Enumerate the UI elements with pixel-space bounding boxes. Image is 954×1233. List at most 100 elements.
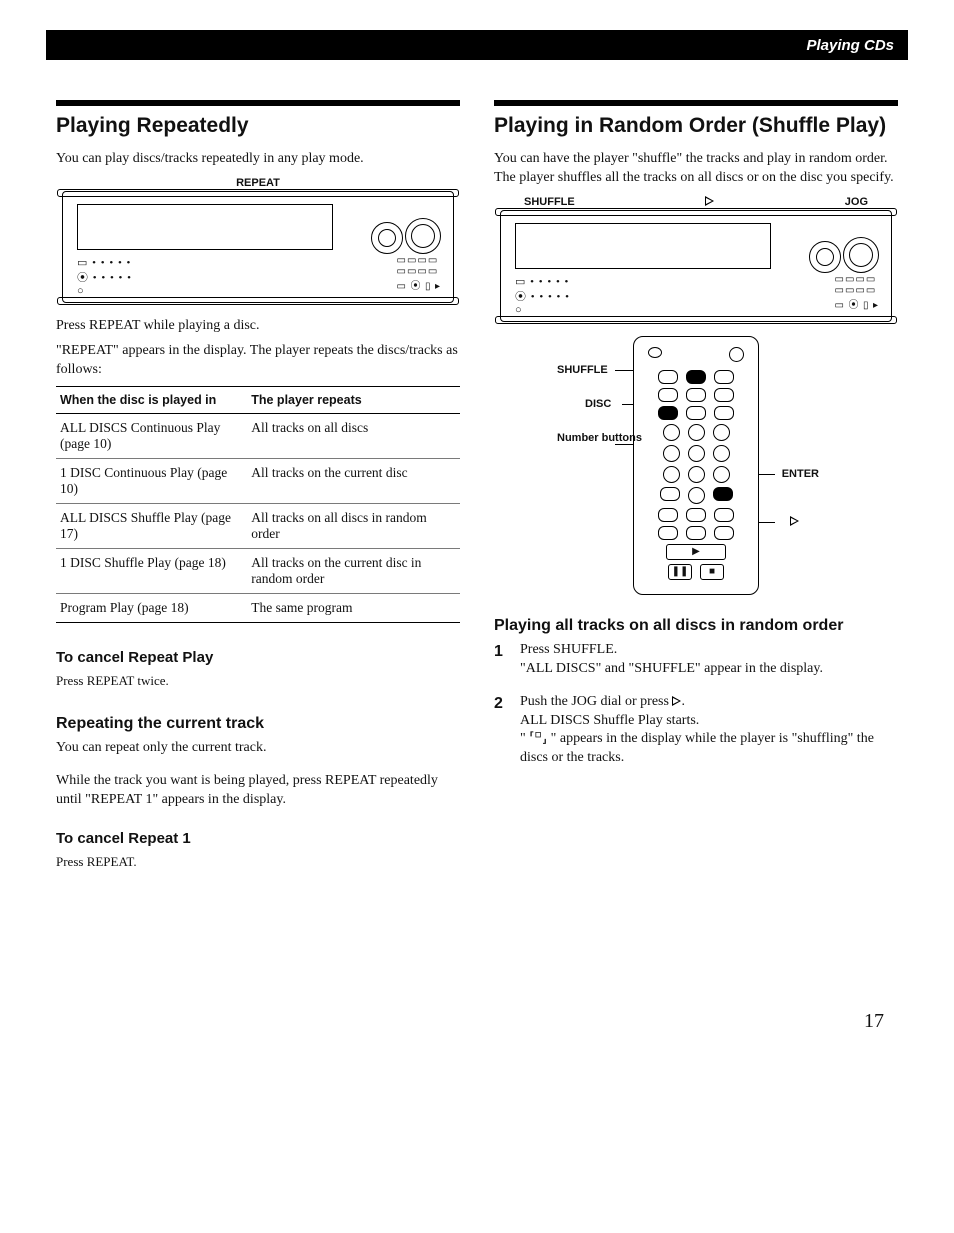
remote-pause-button: ❚❚: [668, 564, 692, 580]
callout-line: [759, 522, 775, 523]
remote-button: [658, 508, 678, 522]
remote-ir-window: [648, 347, 662, 358]
play-icon: [705, 196, 714, 206]
device-figure-shuffle: SHUFFLE JOG ▭ • • • • •⦿ • • • • •○ ▭▭▭▭…: [494, 196, 898, 322]
step-line: ALL DISCS Shuffle Play starts.: [520, 713, 699, 728]
left-after-device-2: "REPEAT" appears in the display. The pla…: [56, 342, 460, 380]
callout-line: [759, 474, 775, 475]
heading-rule: [494, 100, 898, 106]
player-dial-play: [809, 241, 841, 273]
remote-number-button: [688, 466, 705, 483]
table-header-mode: When the disc is played in: [56, 386, 247, 413]
right-intro: You can have the player "shuffle" the tr…: [494, 150, 898, 188]
remote-button: [714, 508, 734, 522]
repeat-behavior-table: When the disc is played in The player re…: [56, 386, 460, 623]
player-dial-b: [405, 218, 441, 254]
left-column: Playing Repeatedly You can play discs/tr…: [56, 100, 460, 876]
remote-power-ring: [729, 347, 744, 362]
remote-stop-button: ■: [700, 564, 724, 580]
section-header-bar: Playing CDs: [46, 30, 908, 60]
remote-figure: SHUFFLE DISC Number buttons ENTER: [494, 336, 898, 595]
callout-line: [615, 370, 633, 371]
remote-number-button: [663, 424, 680, 441]
shuffle-all-heading: Playing all tracks on all discs in rando…: [494, 617, 898, 635]
two-column-layout: Playing Repeatedly You can play discs/tr…: [56, 100, 898, 876]
table-row: ALL DISCS Shuffle Play (page 17)All trac…: [56, 503, 460, 548]
right-column: Playing in Random Order (Shuffle Play) Y…: [494, 100, 898, 876]
left-intro: You can play discs/tracks repeatedly in …: [56, 150, 460, 169]
player-dial-a: [371, 222, 403, 254]
remote-label-enter: ENTER: [782, 468, 819, 480]
label-play-icon: [705, 196, 714, 208]
cancel-repeat1-text: Press REPEAT.: [56, 853, 460, 871]
label-shuffle: SHUFFLE: [524, 196, 575, 208]
device-figure-repeat: REPEAT ▭ • • • • •⦿ • • • • •○ ▭▭▭▭▭▭▭▭▭…: [56, 177, 460, 303]
player-display-window: [515, 223, 771, 269]
left-title: Playing Repeatedly: [56, 114, 460, 138]
table-row: Program Play (page 18)The same program: [56, 593, 460, 622]
remote-button: [714, 370, 734, 384]
callout-line: [615, 444, 633, 445]
remote-button: [658, 370, 678, 384]
remote-label-play: [790, 516, 799, 528]
remote-number-button: [713, 466, 730, 483]
remote-button-enter: [713, 487, 733, 501]
remote-button: [686, 508, 706, 522]
player-display-window: [77, 204, 333, 250]
player-button-row: ▭▭▭▭▭▭▭▭▭ ⦿ ▯ ▸: [397, 255, 441, 292]
remote-button: [658, 526, 678, 540]
section-header-text: Playing CDs: [806, 37, 894, 54]
remote-button: [686, 388, 706, 402]
steps-list: Press SHUFFLE. "ALL DISCS" and "SHUFFLE"…: [494, 641, 898, 768]
remote-control-diagram: ▶ ❚❚ ■: [633, 336, 759, 595]
remote-button: [686, 526, 706, 540]
remote-number-button: [663, 445, 680, 462]
remote-label-shuffle: SHUFFLE: [557, 364, 608, 376]
player-button-row: ▭▭▭▭▭▭▭▭▭ ⦿ ▯ ▸: [835, 274, 879, 311]
manual-page: Playing CDs Playing Repeatedly You can p…: [0, 0, 954, 1233]
device-label-repeat: REPEAT: [56, 177, 460, 189]
remote-button: [714, 406, 734, 420]
player-indicators: ▭ • • • • •⦿ • • • • •○: [77, 256, 132, 297]
cd-player-diagram: ▭ • • • • •⦿ • • • • •○ ▭▭▭▭▭▭▭▭▭ ⦿ ▯ ▸: [500, 210, 892, 322]
remote-play-button: ▶: [666, 544, 726, 560]
right-title: Playing in Random Order (Shuffle Play): [494, 114, 898, 138]
player-indicators: ▭ • • • • •⦿ • • • • •○: [515, 275, 570, 316]
remote-button: [714, 388, 734, 402]
remote-number-button: [713, 424, 730, 441]
remote-number-button: [688, 445, 705, 462]
remote-number-button: [688, 424, 705, 441]
table-row: ALL DISCS Continuous Play (page 10)All t…: [56, 413, 460, 458]
left-after-device-1: Press REPEAT while playing a disc.: [56, 317, 460, 336]
remote-button-shuffle: [686, 370, 706, 384]
step-item: Press SHUFFLE. "ALL DISCS" and "SHUFFLE"…: [494, 641, 898, 679]
cancel-repeat1-heading: To cancel Repeat 1: [56, 830, 460, 847]
heading-rule: [56, 100, 460, 106]
remote-label-numbers: Number buttons: [557, 432, 642, 444]
cancel-repeat-heading: To cancel Repeat Play: [56, 649, 460, 666]
label-jog: JOG: [845, 196, 868, 208]
callout-line: [622, 404, 633, 405]
remote-button: [660, 487, 680, 501]
remote-button: [714, 526, 734, 540]
remote-button-disc: [658, 406, 678, 420]
step-line: Press SHUFFLE.: [520, 642, 617, 657]
play-icon: [790, 516, 799, 526]
play-icon: [672, 696, 681, 706]
cancel-repeat-text: Press REPEAT twice.: [56, 672, 460, 690]
step-line: " ⸢⸋⸥ " appears in the display while the…: [520, 731, 874, 765]
step-item: Push the JOG dial or press . ALL DISCS S…: [494, 693, 898, 769]
player-jog-dial: [843, 237, 879, 273]
table-header-repeat: The player repeats: [247, 386, 460, 413]
remote-number-button: [713, 445, 730, 462]
remote-number-button: [688, 487, 705, 504]
repeating-current-p1: You can repeat only the current track.: [56, 739, 460, 758]
table-row: 1 DISC Shuffle Play (page 18)All tracks …: [56, 548, 460, 593]
cd-player-diagram: ▭ • • • • •⦿ • • • • •○ ▭▭▭▭▭▭▭▭▭ ⦿ ▯ ▸: [62, 191, 454, 303]
step-line: "ALL DISCS" and "SHUFFLE" appear in the …: [520, 661, 823, 676]
remote-number-button: [663, 466, 680, 483]
page-number: 17: [864, 1010, 884, 1033]
step-line: Push the JOG dial or press .: [520, 694, 685, 709]
remote-button: [686, 406, 706, 420]
repeating-current-heading: Repeating the current track: [56, 715, 460, 733]
